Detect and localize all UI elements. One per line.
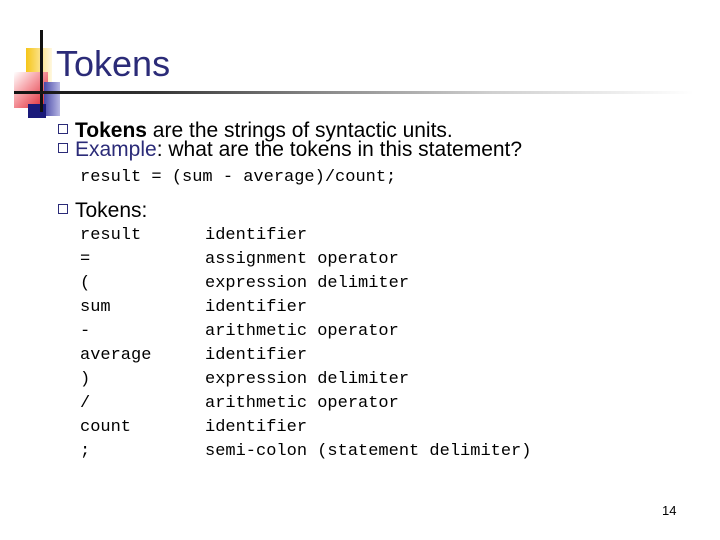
token-value: ( [80,274,91,293]
bullet-text: : what are the tokens in this statement? [156,138,523,161]
page-number: 14 [662,503,677,518]
bullet-square-icon [58,124,68,134]
bullet-square-icon [58,204,68,214]
code-statement: result = (sum - average)/count; [80,168,397,187]
token-value: average [80,346,152,365]
token-value: - [80,322,91,341]
token-category: assignment operator [205,250,399,269]
token-value: / [80,394,91,413]
title-underline [14,91,694,94]
token-value: ) [80,370,91,389]
token-category: arithmetic operator [205,394,399,413]
token-category: semi-colon (statement delimiter) [205,442,532,461]
token-value: count [80,418,132,437]
token-value: result [80,226,142,245]
token-category: identifier [205,418,308,437]
bullet-example: Example: what are the tokens in this sta… [58,137,522,163]
token-value: sum [80,298,111,317]
token-category: expression delimiter [205,274,410,293]
token-value: = [80,250,91,269]
slide-title: Tokens [56,43,171,84]
bullet-tokens-list: Tokens: [58,198,147,224]
token-category: arithmetic operator [205,322,399,341]
token-value: ; [80,442,91,461]
vertical-rule [40,30,43,112]
bullet-text: Tokens: [75,199,148,222]
token-category: identifier [205,298,308,317]
blue-square-decoration [44,82,60,116]
token-category: identifier [205,346,308,365]
navy-square-decoration [28,104,46,118]
token-category: expression delimiter [205,370,410,389]
bullet-label: Example [75,138,157,161]
bullet-square-icon [58,143,68,153]
token-category: identifier [205,226,308,245]
